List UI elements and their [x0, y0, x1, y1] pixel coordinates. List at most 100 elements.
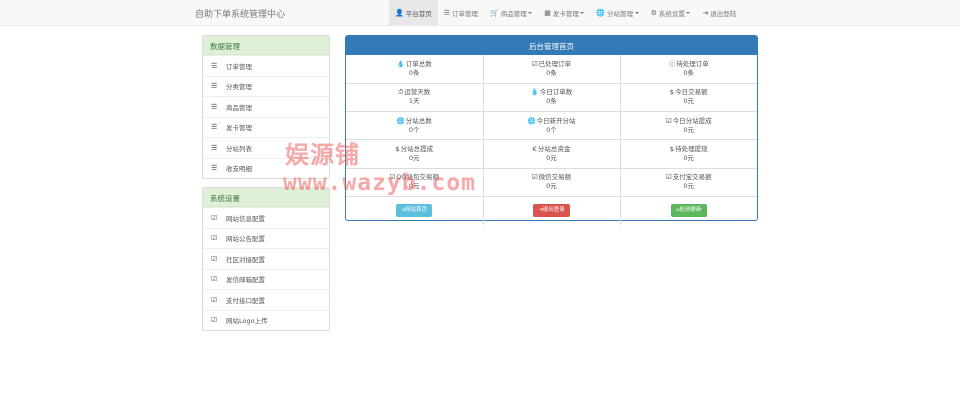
- sidebar-item-label: 发信邮箱配置: [226, 276, 265, 285]
- stat-value: 0条: [546, 97, 557, 106]
- top-nav: 👤 平台首页 ☰ 订单管理 🛒 商品管理 ▦ 发卡管理 🌐 分站管理 ⚙ 系统设置 ⇥ 退出登陆: [389, 0, 742, 26]
- gear-icon: ⚙: [650, 9, 657, 17]
- stat-label: ☑支付宝交易额: [621, 173, 758, 182]
- sidebar-item-label: 商品管理: [226, 103, 252, 112]
- list-icon: ☰: [211, 82, 218, 91]
- stat-value: 0元: [408, 182, 420, 191]
- nav-item-5[interactable]: ⚙ 系统设置: [645, 0, 697, 26]
- nav-item-4[interactable]: 🌐 分站管理: [590, 0, 644, 26]
- nav-item-6[interactable]: ⇥ 退出登陆: [696, 0, 742, 26]
- stat-label-text: 分站总数: [405, 116, 432, 125]
- caret-down-icon: [686, 12, 691, 14]
- stat-label-text: 待处理提现: [675, 145, 708, 154]
- stat-cell: ☑支付宝交易额 0元: [620, 168, 758, 197]
- nav-item-1[interactable]: ☰ 订单管理: [438, 0, 484, 26]
- sidebar-item-label: 分类管理: [226, 83, 252, 92]
- panel-button-0[interactable]: ⌂网站首页: [396, 204, 432, 218]
- user-icon: 👤: [395, 9, 404, 17]
- stat-value: 0元: [683, 154, 695, 163]
- stats-row: 🌐分站总数 0个 🌐今日新开分站 0个 ☑今日分站提成 0元: [346, 111, 758, 141]
- stat-label: 🌐分站总数: [346, 117, 483, 126]
- stat-cell: ☑微信交易额 0元: [483, 168, 621, 197]
- grid-icon: ▦: [544, 9, 551, 17]
- sidebar_settings-item-2[interactable]: ☑ 社区对接配置: [203, 248, 329, 269]
- sidebar_data-item-5[interactable]: ☰ 收支明细: [203, 157, 329, 179]
- stats-row: $分站总提成 0元 €分站总资金 0元 $待处理提现 0元: [346, 139, 757, 169]
- sidebar-item-label: 支付接口配置: [226, 296, 265, 305]
- sidebar-settings-panel: 系统设置 ☑ 网站信息配置 ☑ 网站公告配置 ☑ 社区对接配置 ☑ 发信邮箱配置 ☑ 支付接口配置…: [202, 187, 330, 331]
- stats-row: 💧订单总数 0条 ☑已处理订单 0条 ⓘ待处理订单 0条: [346, 55, 758, 84]
- stat-label-text: 分站总提成: [400, 145, 434, 154]
- stat-label: ⏱运营天数: [346, 88, 483, 97]
- caret-down-icon: [580, 12, 585, 14]
- stat-cell: €分站总资金 0元: [483, 139, 621, 169]
- list-icon: ☰: [211, 61, 218, 70]
- nav-item-label: 退出登陆: [710, 10, 737, 18]
- check-icon: ☑: [211, 275, 218, 284]
- nav-item-3[interactable]: ▦ 发卡管理: [538, 0, 590, 26]
- sidebar_settings-item-4[interactable]: ☑ 支付接口配置: [203, 289, 329, 310]
- info-icon: ⓘ: [668, 59, 676, 68]
- stat-cell: $待处理提现 0元: [620, 139, 757, 169]
- stat-label: ☑已处理订单: [484, 60, 620, 69]
- cart-icon: 🛒: [490, 9, 499, 17]
- sidebar_settings-item-3[interactable]: ☑ 发信邮箱配置: [203, 268, 329, 290]
- stat-value: 0条: [546, 68, 557, 77]
- sidebar-item-label: 网站公告配置: [226, 235, 265, 244]
- euro-icon: €: [532, 145, 537, 154]
- stat-label-text: 微信交易额: [538, 173, 572, 182]
- nav-item-label: 平台首页: [405, 10, 432, 18]
- list-icon: ☰: [211, 102, 218, 111]
- sidebar-data-panel: 数据管理 ☰ 订单管理 ☰ 分类管理 ☰ 商品管理 ☰ 发卡管理 ☰ 分站列表 ☰ 收支明细: [202, 35, 330, 179]
- sidebar_data-item-4[interactable]: ☰ 分站列表: [203, 137, 329, 158]
- stat-label-text: 订单总数: [405, 59, 432, 68]
- sidebar_settings-item-0[interactable]: ☑ 网站信息配置: [203, 207, 329, 228]
- check-icon: ☑: [531, 173, 538, 182]
- check-icon: ☑: [665, 116, 672, 125]
- stat-value: 0个: [408, 125, 420, 134]
- stat-value: 0元: [683, 182, 695, 191]
- caret-down-icon: [528, 12, 533, 14]
- stat-label-text: 今日新开分站: [536, 116, 576, 125]
- nav-item-2[interactable]: 🛒 商品管理: [484, 0, 538, 26]
- brand-title[interactable]: 自助下单系统管理中心: [195, 7, 285, 20]
- sidebar_data-item-1[interactable]: ☰ 分类管理: [203, 75, 329, 97]
- stat-label: ☑微信交易额: [484, 173, 620, 182]
- stat-label-text: 今日订单数: [539, 88, 573, 97]
- stat-cell: $今日交易额 0元: [620, 83, 757, 113]
- stat-label: €分站总资金: [484, 145, 620, 154]
- nav-item-label: 系统设置: [658, 10, 685, 18]
- stat-cell: 🌐分站总数 0个: [346, 111, 484, 141]
- stat-cell: $分站总提成 0元: [346, 139, 484, 169]
- stat-label-text: 已处理订单: [538, 59, 572, 68]
- stat-label: ☑今日分站提成: [621, 117, 758, 126]
- stat-label: 💧订单总数: [346, 60, 483, 69]
- panel-button-2[interactable]: ⌂检测更新: [670, 204, 707, 218]
- stat-label: ☑QQ钱包交易额: [346, 173, 483, 182]
- stats-table: 💧订单总数 0条 ☑已处理订单 0条 ⓘ待处理订单 0条 ⏱运营天数 1天 💧今日订单数 0条 $今…: [346, 55, 757, 225]
- sidebar-data-title: 数据管理: [203, 36, 329, 55]
- stat-label: $分站总提成: [346, 145, 483, 154]
- stat-cell: 💧今日订单数 0条: [483, 83, 621, 113]
- list-icon: ☰: [443, 9, 450, 17]
- panel-button-1[interactable]: ⇥退出登录: [533, 204, 570, 218]
- sidebar_settings-item-1[interactable]: ☑ 网站公告配置: [203, 227, 329, 249]
- sidebar_data-item-0[interactable]: ☰ 订单管理: [203, 55, 329, 76]
- check-icon: ☑: [531, 59, 538, 68]
- stat-cell: 🌐今日新开分站 0个: [483, 111, 621, 141]
- panel-button-label: 网站首页: [404, 207, 427, 214]
- stat-cell: ☑已处理订单 0条: [483, 55, 621, 84]
- stat-value: 0条: [408, 68, 420, 77]
- sidebar-item-label: 发卡管理: [226, 124, 252, 133]
- stat-label: ⓘ待处理订单: [621, 60, 758, 69]
- sidebar_data-item-3[interactable]: ☰ 发卡管理: [203, 116, 329, 138]
- sidebar-item-label: 收支明细: [226, 165, 252, 174]
- stat-cell: ⓘ待处理订单 0条: [620, 55, 758, 84]
- stat-label: 🌐今日新开分站: [484, 117, 620, 126]
- stat-value: 0个: [546, 125, 557, 134]
- stat-cell: ☑今日分站提成 0元: [620, 111, 758, 141]
- sidebar_settings-item-5[interactable]: ☑ 网站Logo上传: [203, 309, 329, 331]
- sidebar_data-item-2[interactable]: ☰ 商品管理: [203, 96, 329, 117]
- nav-item-0[interactable]: 👤 平台首页: [389, 0, 438, 26]
- button-cell: ⌂检测更新: [620, 196, 757, 224]
